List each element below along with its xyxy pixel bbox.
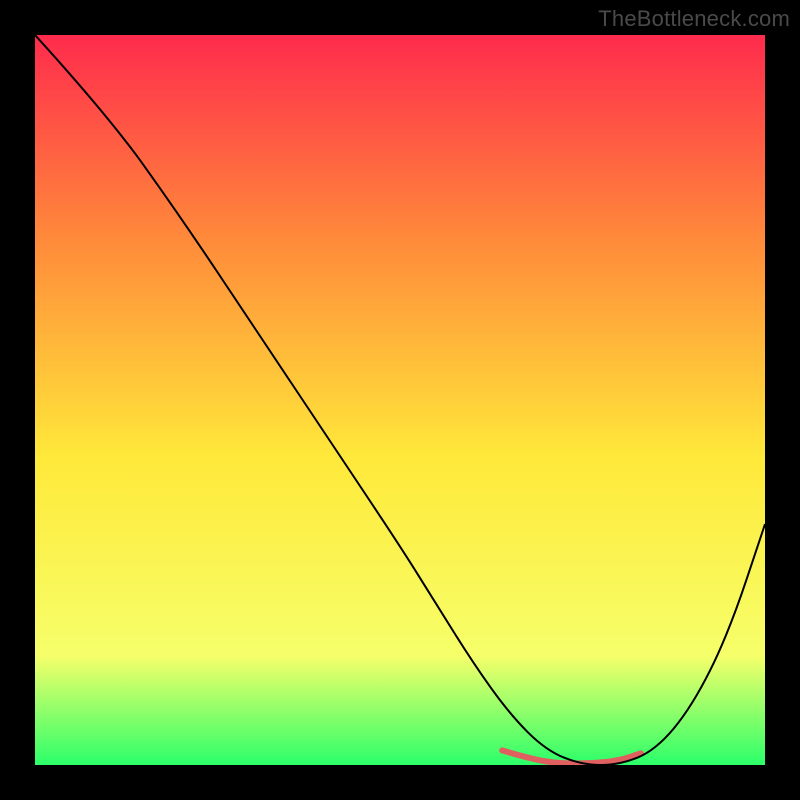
gradient-bg: [35, 35, 765, 765]
plot-area: [35, 35, 765, 765]
watermark-label: TheBottleneck.com: [598, 6, 790, 32]
chart-frame: TheBottleneck.com: [0, 0, 800, 800]
